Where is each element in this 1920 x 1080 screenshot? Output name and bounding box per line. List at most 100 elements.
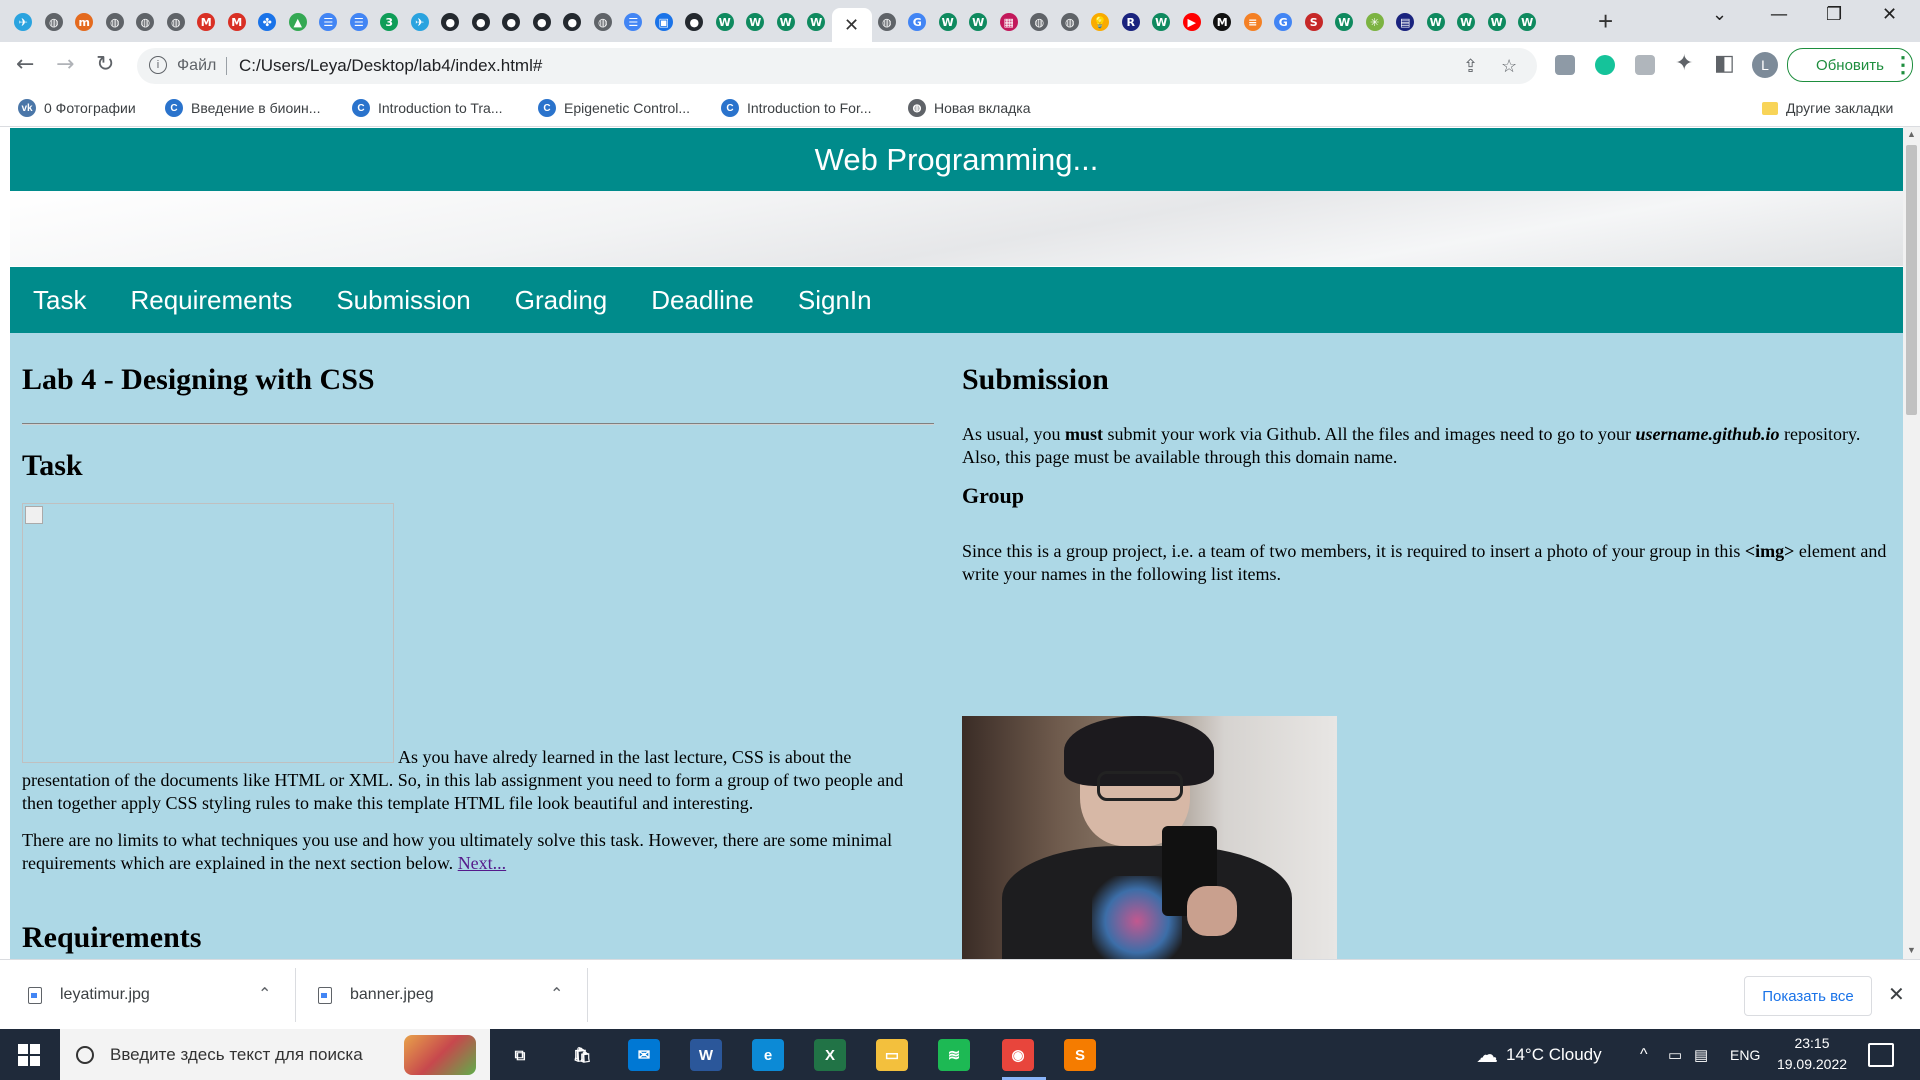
language-indicator[interactable]: ENG xyxy=(1730,1029,1760,1080)
tab[interactable]: ◍ xyxy=(588,8,619,36)
taskbar-search[interactable]: Введите здесь текст для поиска xyxy=(60,1029,490,1080)
tab[interactable]: ☰ xyxy=(313,8,344,36)
tab[interactable]: G xyxy=(902,8,933,36)
tab[interactable]: ▲ xyxy=(283,8,314,36)
avatar[interactable]: L xyxy=(1752,52,1778,78)
tab[interactable]: ● xyxy=(496,8,527,36)
nav-item-grading[interactable]: Grading xyxy=(515,285,608,316)
battery-icon[interactable]: ▭ xyxy=(1668,1029,1682,1080)
show-all-button[interactable]: Показать все xyxy=(1744,976,1872,1016)
tab[interactable]: ● xyxy=(527,8,558,36)
maximize-button[interactable]: ❐ xyxy=(1826,4,1842,25)
bookmark-item[interactable]: C Introduction to For... xyxy=(721,97,872,119)
minimize-button[interactable]: — xyxy=(1770,4,1788,25)
tab[interactable]: M xyxy=(222,8,253,36)
nav-item-submission[interactable]: Submission xyxy=(336,285,470,316)
tab[interactable]: ● xyxy=(679,8,710,36)
notification-icon[interactable] xyxy=(1868,1043,1894,1067)
tab[interactable]: W xyxy=(1512,8,1543,36)
tab[interactable]: ✳ xyxy=(1360,8,1391,36)
tab[interactable]: W xyxy=(740,8,771,36)
spotify-icon[interactable]: ≋ xyxy=(938,1039,970,1071)
nav-item-deadline[interactable]: Deadline xyxy=(651,285,754,316)
tab[interactable]: ▣ xyxy=(649,8,680,36)
tab[interactable]: R xyxy=(1116,8,1147,36)
tab[interactable]: ▤ xyxy=(1390,8,1421,36)
back-icon[interactable]: ← xyxy=(16,52,34,77)
tab[interactable]: 💡 xyxy=(1085,8,1116,36)
tab[interactable]: ● xyxy=(466,8,497,36)
new-tab-button[interactable]: + xyxy=(1598,6,1613,37)
extension-icon[interactable] xyxy=(1555,55,1575,75)
download-item[interactable]: banner.jpeg xyxy=(318,960,434,1030)
bookmark-item[interactable]: ◍ Новая вкладка xyxy=(908,97,1031,119)
edge-icon[interactable]: e xyxy=(752,1039,784,1071)
info-icon[interactable]: i xyxy=(149,56,167,74)
tab[interactable]: m xyxy=(69,8,100,36)
share-icon[interactable]: ⇪ xyxy=(1463,56,1478,77)
scrollbar-thumb[interactable] xyxy=(1906,145,1917,415)
network-icon[interactable]: ▤ xyxy=(1694,1029,1708,1080)
explorer-icon[interactable]: ▭ xyxy=(876,1039,908,1071)
nav-item-signin[interactable]: SignIn xyxy=(798,285,872,316)
page-scrollbar[interactable]: ▲ ▼ xyxy=(1903,127,1920,959)
scroll-up-icon[interactable]: ▲ xyxy=(1907,129,1916,139)
tab[interactable]: 3 xyxy=(374,8,405,36)
tab[interactable]: G xyxy=(1268,8,1299,36)
nav-item-task[interactable]: Task xyxy=(33,285,86,316)
tab[interactable]: ✤ xyxy=(252,8,283,36)
tab[interactable]: ◍ xyxy=(100,8,131,36)
tab[interactable]: W xyxy=(1482,8,1513,36)
url-text[interactable]: C:/Users/Leya/Desktop/lab4/index.html# xyxy=(239,56,542,76)
reload-icon[interactable]: ↻ xyxy=(96,52,114,77)
tab[interactable]: ◍ xyxy=(1024,8,1055,36)
clock[interactable]: 23:15 19.09.2022 xyxy=(1772,1033,1852,1075)
tab[interactable]: ☰ xyxy=(618,8,649,36)
bookmark-item[interactable]: vk 0 Фотографии xyxy=(18,97,136,119)
mail-icon[interactable]: ✉ xyxy=(628,1039,660,1071)
store-icon[interactable]: 🛍 xyxy=(566,1039,598,1071)
tab[interactable]: ◍ xyxy=(39,8,70,36)
excel-icon[interactable]: X xyxy=(814,1039,846,1071)
extension-icon[interactable] xyxy=(1635,55,1655,75)
windows-start-icon[interactable] xyxy=(18,1044,40,1066)
address-bar[interactable]: i Файл C:/Users/Leya/Desktop/lab4/index.… xyxy=(137,48,1537,84)
tab[interactable]: ◍ xyxy=(161,8,192,36)
tab-active[interactable]: ✕ xyxy=(831,8,872,42)
close-window-button[interactable]: ✕ xyxy=(1882,4,1897,25)
next-link[interactable]: Next... xyxy=(458,853,507,873)
side-panel-icon[interactable]: ◧ xyxy=(1714,51,1735,76)
download-item[interactable]: leyatimur.jpg xyxy=(28,960,150,1030)
tab[interactable]: W xyxy=(1329,8,1360,36)
tab[interactable]: ◍ xyxy=(1055,8,1086,36)
weather[interactable]: ☁ 14°C Cloudy xyxy=(1476,1029,1602,1080)
tab[interactable]: W xyxy=(963,8,994,36)
tab[interactable]: M xyxy=(191,8,222,36)
puzzle-icon[interactable]: ✦ xyxy=(1675,51,1693,76)
bookmark-item[interactable]: C Epigenetic Control... xyxy=(538,97,690,119)
bookmark-item[interactable]: C Introduction to Tra... xyxy=(352,97,503,119)
tab[interactable]: ● xyxy=(557,8,588,36)
tab[interactable]: ● xyxy=(435,8,466,36)
grammarly-icon[interactable] xyxy=(1595,55,1615,75)
close-icon[interactable]: ✕ xyxy=(1888,982,1905,1007)
forward-icon[interactable]: → xyxy=(56,52,74,77)
tab[interactable]: ◍ xyxy=(130,8,161,36)
tab[interactable]: W xyxy=(933,8,964,36)
sublime-icon[interactable]: S xyxy=(1064,1039,1096,1071)
tab[interactable]: W xyxy=(1146,8,1177,36)
tab-search-icon[interactable]: ⌄ xyxy=(1712,4,1727,25)
close-tab-icon[interactable]: ✕ xyxy=(844,15,859,36)
tab[interactable]: ✈ xyxy=(405,8,436,36)
tab[interactable]: M xyxy=(1207,8,1238,36)
tab[interactable]: ▶ xyxy=(1177,8,1208,36)
tab[interactable]: ▦ xyxy=(994,8,1025,36)
chrome-icon[interactable]: ◉ xyxy=(1002,1039,1034,1071)
tab[interactable]: W xyxy=(1451,8,1482,36)
tab[interactable]: ◍ xyxy=(872,8,903,36)
menu-icon[interactable]: ⋮ xyxy=(1892,52,1914,78)
chevron-up-icon[interactable]: ⌃ xyxy=(258,984,271,1003)
chevron-up-icon[interactable]: ⌃ xyxy=(550,984,563,1003)
tab[interactable]: ≡ xyxy=(1238,8,1269,36)
word-icon[interactable]: W xyxy=(690,1039,722,1071)
